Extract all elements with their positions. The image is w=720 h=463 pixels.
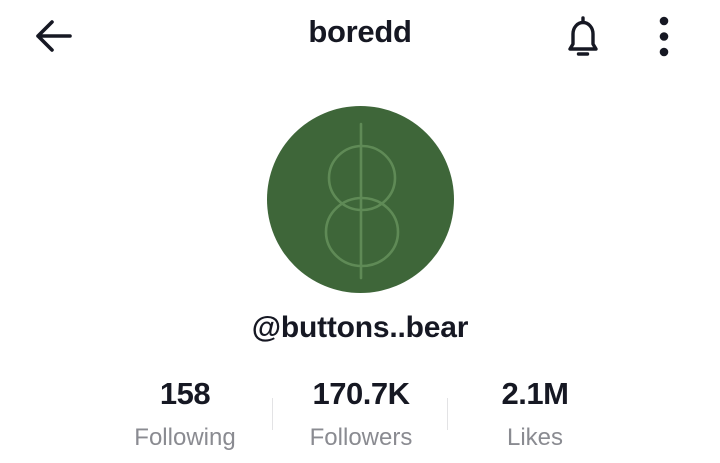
following-stat[interactable]: 158 Following [85,374,285,454]
notification-bell-button[interactable] [558,12,608,62]
dollar-sign-monogram-icon [324,122,400,280]
likes-count: 2.1M [501,376,569,411]
likes-label: Likes [506,424,564,451]
bell-icon [568,16,598,56]
followers-label: Followers [309,424,413,451]
more-options-button[interactable] [644,12,684,62]
username: @buttons..bear [251,311,469,344]
page-title: boredd [308,14,412,49]
likes-stat[interactable]: 2.1M Likes [435,374,635,454]
top-bar: boredd [0,0,720,72]
following-label: Following [134,424,236,451]
avatar[interactable] [267,106,454,293]
followers-count: 170.7K [312,376,410,411]
followers-stat[interactable]: 170.7K Followers [261,374,461,454]
following-count: 158 [159,376,211,411]
more-vertical-icon [659,16,669,57]
